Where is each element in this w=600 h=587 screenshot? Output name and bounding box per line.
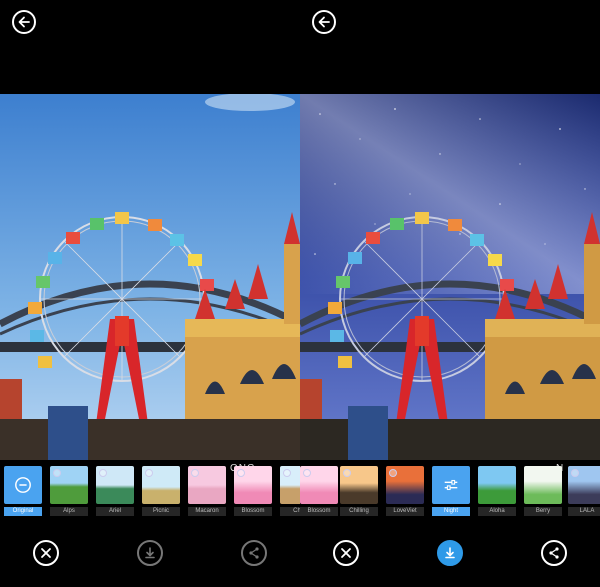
preview-dot-icon	[343, 469, 351, 477]
filter-label: Blossom	[234, 507, 272, 516]
filter-thumbnail	[524, 466, 562, 504]
filter-label: Picnic	[142, 507, 180, 516]
filter-blossom[interactable]: Blossom	[300, 466, 338, 518]
close-button[interactable]	[33, 540, 59, 566]
download-button[interactable]	[137, 540, 163, 566]
photo-preview-night	[300, 94, 600, 460]
arrow-left-icon	[318, 16, 330, 28]
filter-thumbnail	[96, 466, 134, 504]
filter-chilling[interactable]: Chilling	[340, 466, 378, 518]
close-icon	[341, 548, 351, 558]
filter-ariel[interactable]: Ariel	[96, 466, 134, 518]
filter-picnic[interactable]: Picnic	[142, 466, 180, 518]
minus-circle-icon	[15, 477, 31, 493]
preview-dot-icon	[237, 469, 245, 477]
filter-thumbnail	[188, 466, 226, 504]
preview-dot-icon	[303, 469, 311, 477]
filter-thumbnail	[568, 466, 600, 504]
filter-thumbnail	[478, 466, 516, 504]
filter-strip[interactable]: Blossom Chilling LoveViet Night Aloha Be…	[300, 462, 600, 518]
filter-label: Chilling	[340, 507, 378, 516]
filter-alps[interactable]: Alps	[50, 466, 88, 518]
filter-strip[interactable]: Original Alps Ariel Picnic Macaron Bloss…	[0, 462, 300, 518]
arrow-left-icon	[18, 16, 30, 28]
filter-label: Aloha	[478, 507, 516, 516]
bottom-toolbar	[0, 535, 300, 575]
screen-original: ONC Original Alps Ariel Picnic Macaron	[0, 0, 300, 587]
back-button[interactable]	[12, 10, 36, 34]
photo-preview-day	[0, 94, 300, 460]
share-button[interactable]	[241, 540, 267, 566]
filter-thumbnail	[300, 466, 338, 504]
filter-label: Chill	[280, 507, 300, 516]
preview-dot-icon	[283, 469, 291, 477]
filter-thumbnail	[142, 466, 180, 504]
filter-label: Night	[432, 507, 470, 516]
preview-dot-icon	[53, 469, 61, 477]
download-button[interactable]	[437, 540, 463, 566]
bottom-toolbar	[300, 535, 600, 575]
filter-lala[interactable]: LALA	[568, 466, 600, 518]
filter-thumbnail	[280, 466, 300, 504]
download-icon	[445, 547, 455, 559]
sliders-icon	[444, 479, 458, 491]
filter-thumbnail	[340, 466, 378, 504]
preview-dot-icon	[571, 469, 579, 477]
filter-loveviet[interactable]: LoveViet	[386, 466, 424, 518]
filter-label: Macaron	[188, 507, 226, 516]
download-icon	[145, 547, 155, 559]
filter-label: LALA	[568, 507, 600, 516]
close-icon	[41, 548, 51, 558]
back-button[interactable]	[312, 10, 336, 34]
filter-label: Alps	[50, 507, 88, 516]
filter-original[interactable]: Original	[4, 466, 42, 518]
filter-thumbnail	[50, 466, 88, 504]
filter-label: Blossom	[300, 507, 338, 516]
filter-thumbnail	[432, 466, 470, 504]
filter-thumbnail	[4, 466, 42, 504]
share-icon	[249, 547, 259, 559]
filter-label: Original	[4, 507, 42, 516]
share-icon	[549, 547, 559, 559]
filter-macaron[interactable]: Macaron	[188, 466, 226, 518]
preview-dot-icon	[191, 469, 199, 477]
filter-blossom[interactable]: Blossom	[234, 466, 272, 518]
close-button[interactable]	[333, 540, 359, 566]
filter-thumbnail	[234, 466, 272, 504]
filter-chill[interactable]: Chill	[280, 466, 300, 518]
screen-night: N Blossom Chilling LoveViet Night	[300, 0, 600, 587]
filter-label: LoveViet	[386, 507, 424, 516]
filter-label: Ariel	[96, 507, 134, 516]
filter-label: Berry	[524, 507, 562, 516]
filter-thumbnail	[386, 466, 424, 504]
preview-dot-icon	[145, 469, 153, 477]
preview-dot-icon	[99, 469, 107, 477]
share-button[interactable]	[541, 540, 567, 566]
filter-night[interactable]: Night	[432, 466, 470, 518]
preview-dot-icon	[389, 469, 397, 477]
filter-aloha[interactable]: Aloha	[478, 466, 516, 518]
filter-berry[interactable]: Berry	[524, 466, 562, 518]
